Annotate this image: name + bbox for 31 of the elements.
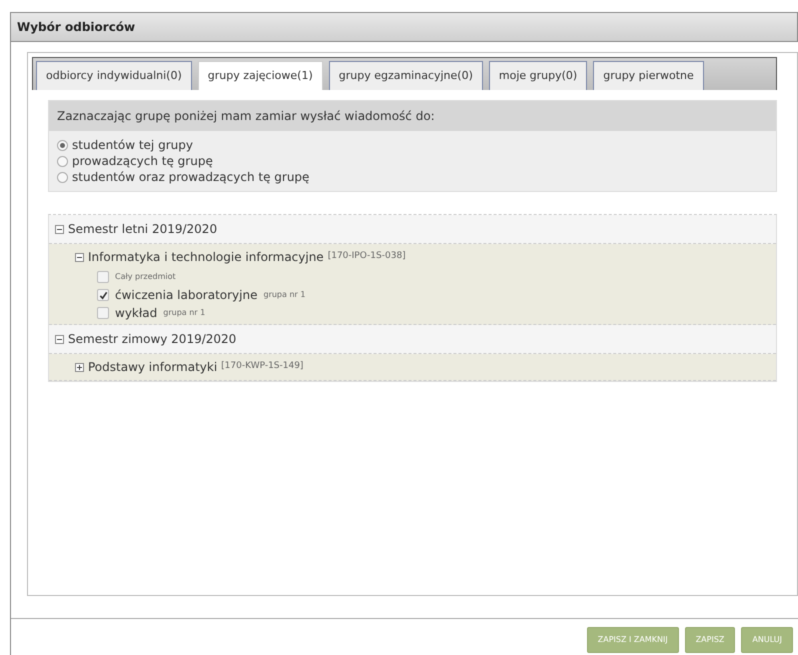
collapse-icon[interactable] [55, 224, 64, 234]
course-name[interactable]: Podstawy informatyki [88, 358, 218, 376]
class-group-label[interactable]: ćwiczenia laboratoryjne [115, 286, 258, 304]
radio-button[interactable] [57, 156, 68, 166]
expand-icon[interactable] [75, 362, 84, 372]
group-number: grupa nr 1 [263, 289, 306, 301]
collapse-icon[interactable] [75, 252, 84, 262]
recipient-heading: Zaznaczając grupę poniżej mam zamiar wysłać wiadomość do: [57, 109, 435, 123]
radio-label[interactable]: prowadzących tę grupę [72, 153, 213, 169]
tab[interactable]: moje grupy(0) [488, 61, 588, 90]
course-name[interactable]: Informatyka i technologie informacyjne [88, 248, 324, 266]
tab[interactable]: grupy egzaminacyjne(0) [328, 61, 483, 90]
tab[interactable]: grupy zajęciowe(1) [198, 61, 323, 90]
tab[interactable]: odbiorcy indywidualni(0) [36, 61, 192, 90]
radio-button[interactable] [57, 140, 68, 150]
whole-course-label[interactable]: Cały przedmiot [115, 268, 176, 286]
checkbox[interactable] [97, 289, 109, 301]
tab[interactable]: grupy pierwotne [593, 61, 704, 90]
radio-button[interactable] [57, 172, 68, 182]
class-group-label[interactable]: wykład [115, 304, 158, 322]
checkbox[interactable] [97, 271, 109, 283]
course-code: [170-KWP-1S-149] [221, 360, 304, 374]
radio-label[interactable]: studentów oraz prowadzących tę grupę [72, 169, 310, 185]
radio-label[interactable]: studentów tej grupy [72, 137, 193, 153]
window-title: Wybór odbiorców [17, 19, 136, 36]
group-number: grupa nr 1 [163, 307, 206, 319]
semester-label[interactable]: Semestr letni 2019/2020 [68, 220, 218, 238]
semester-label[interactable]: Semestr zimowy 2019/2020 [68, 330, 236, 348]
course-code: [170-IPO-1S-038] [328, 250, 406, 264]
collapse-icon[interactable] [55, 334, 64, 344]
checkbox[interactable] [97, 307, 109, 319]
